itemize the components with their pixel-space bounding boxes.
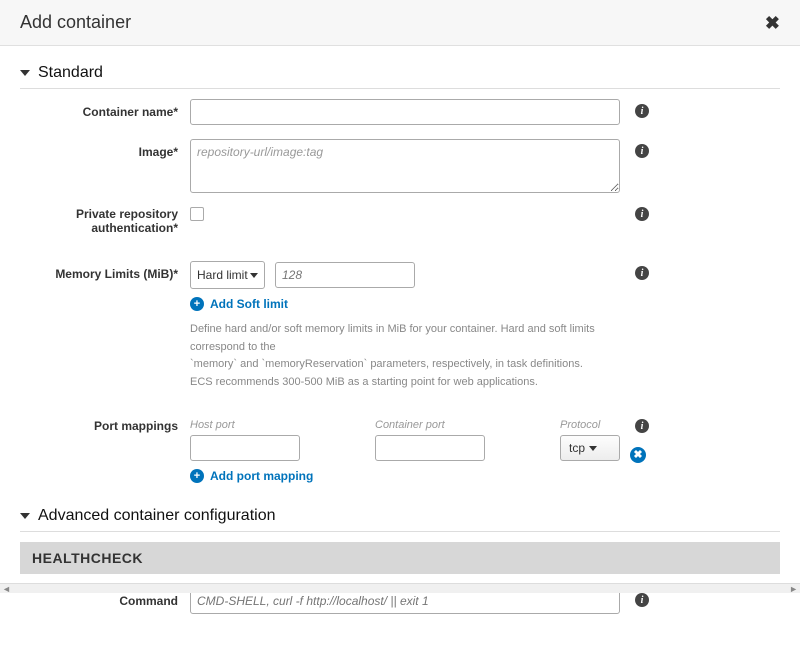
label-private-repo: Private repository authentication* [20,207,190,235]
scroll-right-icon[interactable]: ► [789,584,798,594]
host-port-input[interactable] [190,435,300,461]
caret-down-icon [20,513,30,519]
image-input[interactable] [190,139,620,193]
add-port-mapping-button[interactable]: + Add port mapping [190,469,780,483]
container-port-label: Container port [375,419,540,431]
row-private-repo: Private repository authentication* i [20,207,780,235]
dialog-content: Standard Container name* i Image* i Priv… [0,46,800,646]
caret-down-icon [20,70,30,76]
add-port-mapping-label: Add port mapping [210,469,313,483]
healthcheck-heading: HEALTHCHECK [20,542,780,574]
memory-limit-type-select[interactable]: Hard limit [190,261,265,289]
label-image: Image* [20,139,190,159]
container-port-input[interactable] [375,435,485,461]
info-icon[interactable]: i [635,207,649,221]
section-toggle-standard[interactable]: Standard [20,58,780,89]
host-port-label: Host port [190,419,355,431]
info-icon[interactable]: i [635,419,649,433]
row-container-name: Container name* i [20,99,780,125]
scroll-left-icon[interactable]: ◄ [2,584,11,594]
dialog-header: Add container ✖ [0,0,800,46]
info-icon[interactable]: i [635,144,649,158]
private-repo-checkbox[interactable] [190,207,204,221]
protocol-value: tcp [569,441,585,455]
close-icon[interactable]: ✖ [765,14,780,32]
dialog-title: Add container [20,12,131,33]
info-icon[interactable]: i [635,104,649,118]
caret-down-icon [250,273,258,278]
add-soft-limit-button[interactable]: + Add Soft limit [190,297,780,311]
label-memory: Memory Limits (MiB)* [20,261,190,281]
horizontal-scrollbar[interactable]: ◄ ► [0,583,800,593]
container-name-input[interactable] [190,99,620,125]
plus-circle-icon: + [190,297,204,311]
protocol-select[interactable]: tcp [560,435,620,461]
label-container-name: Container name* [20,99,190,119]
info-icon[interactable]: i [635,266,649,280]
memory-limit-type-value: Hard limit [197,268,248,282]
caret-down-icon [589,446,597,451]
section-label: Standard [38,64,103,82]
memory-help-text: Define hard and/or soft memory limits in… [190,321,620,391]
remove-port-mapping-icon[interactable]: ✖ [630,447,646,463]
protocol-label: Protocol [560,419,620,431]
label-port-mappings: Port mappings [20,419,190,433]
add-soft-limit-label: Add Soft limit [210,297,288,311]
row-port-mappings: Port mappings Host port Container port P… [20,419,780,483]
section-toggle-advanced[interactable]: Advanced container configuration [20,501,780,532]
row-image: Image* i [20,139,780,193]
plus-circle-icon: + [190,469,204,483]
section-label: Advanced container configuration [38,507,276,525]
memory-value-input[interactable] [275,262,415,288]
row-memory: Memory Limits (MiB)* Hard limit i + Add … [20,261,780,391]
